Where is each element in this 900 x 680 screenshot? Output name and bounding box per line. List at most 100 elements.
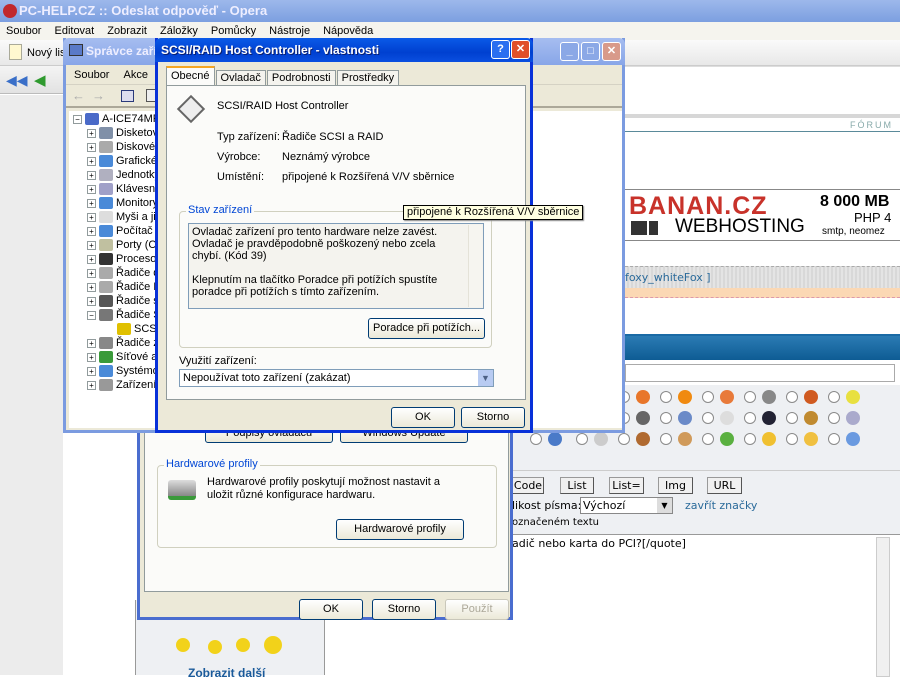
tab-ovladac[interactable]: Ovladač xyxy=(215,70,266,85)
smiley-radio[interactable] xyxy=(786,391,798,403)
expand-icon[interactable]: + xyxy=(87,142,96,152)
tree-item[interactable]: + Systémo xyxy=(87,364,159,378)
tree-item[interactable]: + Řadiče d xyxy=(87,266,159,280)
expand-icon[interactable]: + xyxy=(87,212,96,222)
smiley-radio[interactable] xyxy=(530,433,542,445)
tree-item[interactable]: + Diskové xyxy=(87,140,155,154)
tree-item[interactable]: + Jednotky xyxy=(87,168,160,182)
expand-icon[interactable]: + xyxy=(87,184,96,194)
collapse-icon[interactable]: − xyxy=(73,114,82,124)
tree-item[interactable]: + Zařízení xyxy=(87,378,156,392)
tree-item[interactable]: + Myši a ji xyxy=(87,210,156,224)
smiley-radio[interactable] xyxy=(744,412,756,424)
menu-soubor[interactable]: Soubor xyxy=(6,22,41,40)
expand-icon[interactable]: + xyxy=(87,296,96,306)
show-more-link[interactable]: Zobrazit další xyxy=(188,666,265,680)
smiley-radio[interactable] xyxy=(828,433,840,445)
list-button[interactable]: List xyxy=(560,477,594,494)
usage-select[interactable]: Nepoužívat toto zařízení (zakázat) ▼ xyxy=(179,369,494,387)
smiley-radio[interactable] xyxy=(786,412,798,424)
smiley-radio[interactable] xyxy=(576,433,588,445)
textarea-scrollbar[interactable] xyxy=(876,537,890,677)
tree-item[interactable]: + Počítač xyxy=(87,224,153,238)
neutral-smiley-icon[interactable] xyxy=(236,638,250,652)
smiley-radio[interactable] xyxy=(828,391,840,403)
back-arrow-icon[interactable]: ← xyxy=(72,88,85,103)
tree-item[interactable]: + Grafické xyxy=(87,154,157,168)
font-size-select[interactable]: Výchozí ▼ xyxy=(580,497,673,514)
expand-icon[interactable]: + xyxy=(87,282,96,292)
dialog-close-button[interactable]: ✕ xyxy=(511,40,530,59)
sysprops-ok-button[interactable]: OK xyxy=(299,599,363,620)
tree-item[interactable]: + Klávesnic xyxy=(87,182,163,196)
expand-icon[interactable]: + xyxy=(87,226,96,236)
banner-ad[interactable]: BANAN.CZ WEBHOSTING 8 000 MB PHP 4 smtp,… xyxy=(625,189,900,241)
tree-item[interactable]: + Řadiče I xyxy=(87,280,156,294)
troubleshoot-button[interactable]: Poradce při potížích... xyxy=(368,318,485,339)
tab-obecne[interactable]: Obecné xyxy=(166,66,215,85)
smiley-radio[interactable] xyxy=(702,412,714,424)
status-textbox[interactable]: Ovladač zařízení pro tento hardware nelz… xyxy=(188,223,484,309)
font-size-label: likost písma: xyxy=(512,499,582,512)
img-button[interactable]: Img xyxy=(658,477,693,494)
status-scrollbar[interactable] xyxy=(468,225,482,307)
expand-icon[interactable]: + xyxy=(87,366,96,376)
smiley-radio[interactable] xyxy=(660,391,672,403)
tree-item[interactable]: + Řadiče z xyxy=(87,336,159,350)
expand-icon[interactable]: + xyxy=(87,338,96,348)
smiley-radio[interactable] xyxy=(828,412,840,424)
dialog-cancel-button[interactable]: Storno xyxy=(461,407,525,428)
tab-podrobnosti[interactable]: Podrobnosti xyxy=(266,70,336,85)
tree-item[interactable]: − Řadiče S xyxy=(87,308,161,322)
expand-icon[interactable]: + xyxy=(87,380,96,390)
smiley-radio[interactable] xyxy=(702,433,714,445)
forward-arrow-icon[interactable]: → xyxy=(92,88,105,103)
expand-icon[interactable]: + xyxy=(87,268,96,278)
minimize-button[interactable]: _ xyxy=(560,42,579,61)
tree-item-scsi-device[interactable]: SCSI xyxy=(117,322,160,336)
rewind-icon[interactable]: ◀◀ xyxy=(6,72,28,89)
list-eq-button[interactable]: List= xyxy=(609,477,644,494)
code-button[interactable]: Code xyxy=(512,477,544,494)
expand-icon[interactable]: + xyxy=(87,128,96,138)
expand-icon[interactable]: + xyxy=(87,156,96,166)
expand-icon[interactable]: + xyxy=(87,352,96,362)
dialog-ok-button[interactable]: OK xyxy=(391,407,455,428)
hw-profiles-button[interactable]: Hardwarové profily xyxy=(336,519,464,540)
devmgr-menu-akce[interactable]: Akce xyxy=(123,65,147,84)
subject-input[interactable] xyxy=(625,364,895,382)
smiley-radio[interactable] xyxy=(660,412,672,424)
tree-item[interactable]: + Disketov xyxy=(87,126,158,140)
expand-icon[interactable]: + xyxy=(87,240,96,250)
happy-smiley-icon[interactable] xyxy=(264,636,282,654)
collapse-icon[interactable]: − xyxy=(87,310,96,320)
smiley-radio[interactable] xyxy=(660,433,672,445)
smiley-radio[interactable] xyxy=(702,391,714,403)
maximize-button[interactable]: □ xyxy=(581,42,600,61)
help-button[interactable]: ? xyxy=(491,40,510,59)
tree-item[interactable]: + Porty (C xyxy=(87,238,156,252)
tree-item[interactable]: + Řadiče s xyxy=(87,294,159,308)
sysprops-cancel-button[interactable]: Storno xyxy=(372,599,436,620)
close-tags-link[interactable]: zavřít značky xyxy=(685,499,757,512)
wink-smiley-icon[interactable] xyxy=(176,638,190,652)
close-button[interactable]: ✕ xyxy=(602,42,621,61)
idea-smiley-icon[interactable] xyxy=(208,640,222,654)
expand-icon[interactable]: + xyxy=(87,198,96,208)
smiley-radio[interactable] xyxy=(744,391,756,403)
devmgr-menu-soubor[interactable]: Soubor xyxy=(74,65,109,84)
expand-icon[interactable]: + xyxy=(87,170,96,180)
smiley-radio[interactable] xyxy=(744,433,756,445)
back-icon[interactable]: ◀ xyxy=(34,71,46,89)
smiley-radio[interactable] xyxy=(618,433,630,445)
tree-item[interactable]: + Procesor xyxy=(87,252,160,266)
expand-icon[interactable]: + xyxy=(87,254,96,264)
message-textarea[interactable]: adič nebo karta do PCI?[/quote] xyxy=(510,534,900,677)
tab-prostredky[interactable]: Prostředky xyxy=(336,70,400,85)
user-link[interactable]: foxy_whiteFox ] xyxy=(625,271,711,284)
tree-item[interactable]: + Síťové a xyxy=(87,350,157,364)
tree-item[interactable]: + Monitory xyxy=(87,196,158,210)
show-hide-tree-icon[interactable] xyxy=(121,90,134,102)
url-button[interactable]: URL xyxy=(707,477,742,494)
smiley-radio[interactable] xyxy=(786,433,798,445)
